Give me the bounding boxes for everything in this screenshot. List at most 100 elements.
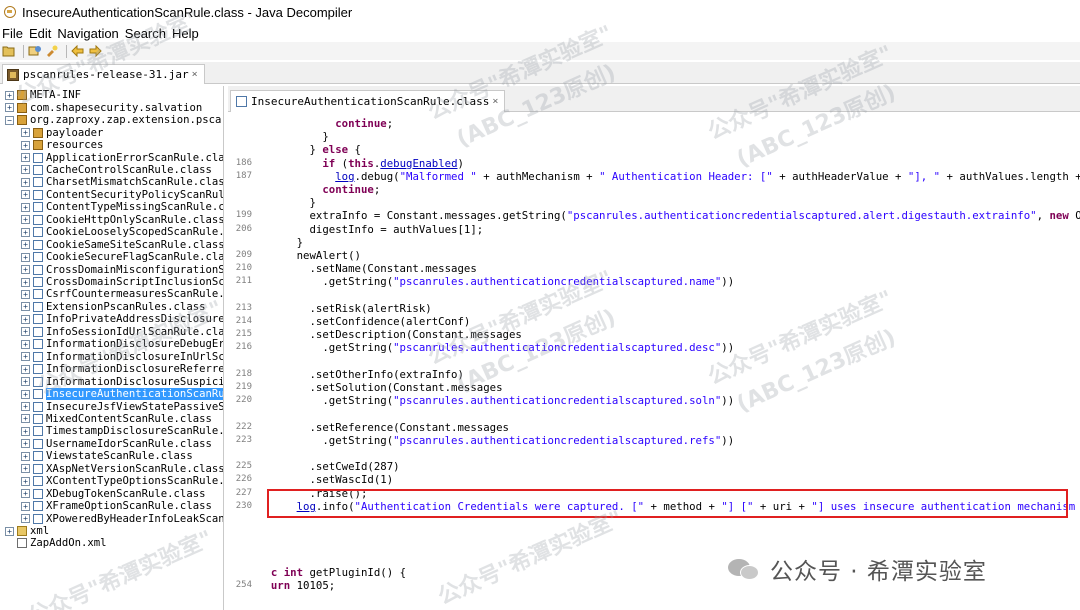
- tree-item[interactable]: + ExtensionPscanRules.class: [21, 301, 205, 314]
- tree-item[interactable]: + XPoweredByHeaderInfoLeakScan: [21, 512, 223, 525]
- line-number: 213: [235, 302, 252, 313]
- close-icon[interactable]: ×: [492, 96, 498, 107]
- open-type-button[interactable]: [28, 44, 42, 58]
- expand-icon[interactable]: +: [5, 526, 14, 536]
- expand-icon[interactable]: +: [21, 377, 30, 387]
- expand-icon[interactable]: +: [21, 140, 30, 150]
- expand-icon[interactable]: +: [21, 339, 30, 349]
- tree-item[interactable]: + CharsetMismatchScanRule.clas: [21, 176, 223, 189]
- tree-item[interactable]: + MixedContentScanRule.class: [21, 413, 212, 426]
- tree-item[interactable]: + InsecureJsfViewStatePassiveS: [21, 400, 224, 413]
- tree-item-label: resources: [46, 139, 104, 152]
- expand-icon[interactable]: +: [21, 464, 30, 474]
- expand-icon[interactable]: +: [21, 327, 30, 337]
- tree-item[interactable]: + CrossDomainMisconfigurationS: [21, 263, 223, 276]
- expand-icon[interactable]: +: [21, 501, 30, 511]
- expand-icon[interactable]: +: [21, 277, 30, 287]
- tree-item[interactable]: + InsecureAuthenticationScanRu: [21, 388, 223, 401]
- tree-item[interactable]: + CacheControlScanRule.class: [21, 164, 212, 177]
- expand-icon[interactable]: +: [21, 414, 30, 424]
- source-editor[interactable]: continue; } } else {186 if (this.debugEn…: [228, 113, 1080, 610]
- tree-item[interactable]: + InformationDisclosureReferre: [21, 363, 223, 376]
- tree-item-label: payloader: [46, 126, 104, 139]
- expand-icon[interactable]: +: [21, 426, 30, 436]
- expand-icon[interactable]: +: [5, 103, 14, 113]
- tree-item[interactable]: + CsrfCountermeasuresScanRule.: [21, 288, 223, 301]
- class-icon: [33, 463, 43, 474]
- menu-edit[interactable]: Edit: [29, 26, 51, 41]
- tree-item[interactable]: + resources: [21, 139, 103, 152]
- expand-icon[interactable]: +: [21, 489, 30, 499]
- expand-icon[interactable]: +: [21, 439, 30, 449]
- tree-item[interactable]: + CookieHttpOnlyScanRule.class: [21, 214, 223, 227]
- expand-icon[interactable]: +: [21, 352, 30, 362]
- expand-icon[interactable]: +: [21, 202, 30, 212]
- editor-tab[interactable]: InsecureAuthenticationScanRule.class ×: [230, 90, 506, 112]
- expand-icon[interactable]: +: [21, 252, 30, 262]
- code-line: 199 extraInfo = Constant.messages.getStr…: [228, 209, 1080, 222]
- expand-icon[interactable]: +: [21, 389, 30, 399]
- expand-icon[interactable]: +: [21, 215, 30, 225]
- expand-icon[interactable]: +: [21, 289, 30, 299]
- close-icon[interactable]: ×: [192, 69, 198, 80]
- tree-item[interactable]: + CookieLooselyScopedScanRule.: [21, 226, 223, 239]
- tree-item[interactable]: + XFrameOptionScanRule.class: [21, 500, 212, 513]
- tree-item[interactable]: + TimestampDisclosureScanRule.: [21, 425, 223, 438]
- expand-icon[interactable]: +: [21, 153, 30, 162]
- tree-item[interactable]: + InfoSessionIdUrlScanRule.cla: [21, 326, 223, 339]
- expand-icon[interactable]: +: [21, 128, 30, 138]
- code-token: continue: [335, 117, 387, 130]
- menu-file[interactable]: File: [2, 26, 23, 41]
- expand-icon[interactable]: +: [21, 265, 30, 275]
- tree-item[interactable]: + InformationDisclosureSuspici: [21, 375, 223, 388]
- tree-item[interactable]: + InformationDisclosureDebugEr: [21, 338, 223, 351]
- tree-item[interactable]: + com.shapesecurity.salvation: [5, 101, 202, 114]
- expand-icon[interactable]: +: [21, 314, 30, 324]
- expand-icon[interactable]: +: [5, 90, 14, 100]
- forward-button[interactable]: [88, 44, 102, 58]
- expand-icon[interactable]: +: [21, 240, 30, 250]
- tree-item[interactable]: − org.zaproxy.zap.extension.psca: [5, 114, 221, 127]
- tree-item[interactable]: + ContentSecurityPolicyScanRul: [21, 189, 223, 202]
- expand-icon[interactable]: +: [21, 177, 30, 187]
- menu-search[interactable]: Search: [125, 26, 166, 41]
- expand-icon[interactable]: +: [21, 190, 30, 200]
- expand-icon[interactable]: +: [21, 476, 30, 486]
- tree-item[interactable]: + ContentTypeMissingScanRule.c: [21, 201, 223, 214]
- tree-item-label: InsecureJsfViewStatePassiveS: [46, 400, 224, 413]
- tree-item[interactable]: + InformationDisclosureInUrlSc: [21, 350, 223, 363]
- tree-item[interactable]: + CookieSameSiteScanRule.class: [21, 238, 223, 251]
- tree-item[interactable]: + XContentTypeOptionsScanRule.: [21, 475, 223, 488]
- back-button[interactable]: [71, 44, 85, 58]
- menu-navigation[interactable]: Navigation: [57, 26, 118, 41]
- tree-item[interactable]: + ViewstateScanRule.class: [21, 450, 193, 463]
- code-text: .setDescription(Constant.messages: [258, 328, 521, 341]
- jar-tab[interactable]: pscanrules-release-31.jar ×: [2, 64, 205, 84]
- collapse-icon[interactable]: −: [5, 115, 14, 125]
- tree-item-label: UsernameIdorScanRule.class: [46, 437, 212, 450]
- tree-item[interactable]: + XDebugTokenScanRule.class: [21, 487, 205, 500]
- expand-icon[interactable]: +: [21, 402, 30, 411]
- expand-icon[interactable]: +: [21, 514, 30, 524]
- menu-help[interactable]: Help: [172, 26, 199, 41]
- expand-icon[interactable]: +: [21, 302, 30, 312]
- expand-icon[interactable]: +: [21, 364, 30, 374]
- tree-item[interactable]: + XAspNetVersionScanRule.class: [21, 463, 223, 476]
- tree-item[interactable]: + CookieSecureFlagScanRule.cla: [21, 251, 223, 264]
- expand-icon[interactable]: +: [21, 165, 30, 175]
- expand-icon[interactable]: +: [21, 227, 30, 237]
- tree-item[interactable]: + UsernameIdorScanRule.class: [21, 438, 212, 451]
- tree-item[interactable]: ZapAddOn.xml: [5, 537, 107, 550]
- tree-item[interactable]: + ApplicationErrorScanRule.cla: [21, 151, 223, 164]
- open-file-button[interactable]: [2, 44, 16, 58]
- tree-item[interactable]: + payloader: [21, 126, 103, 139]
- code-text: urn 10105;: [258, 579, 335, 592]
- expand-icon[interactable]: +: [21, 451, 30, 461]
- tree-item[interactable]: + CrossDomainScriptInclusionSc: [21, 276, 223, 289]
- tree-item[interactable]: + META-INF: [5, 89, 81, 102]
- tree-item[interactable]: + InfoPrivateAddressDisclosure: [21, 313, 223, 326]
- tree-item[interactable]: + xml: [5, 525, 49, 538]
- search-button[interactable]: [45, 44, 59, 58]
